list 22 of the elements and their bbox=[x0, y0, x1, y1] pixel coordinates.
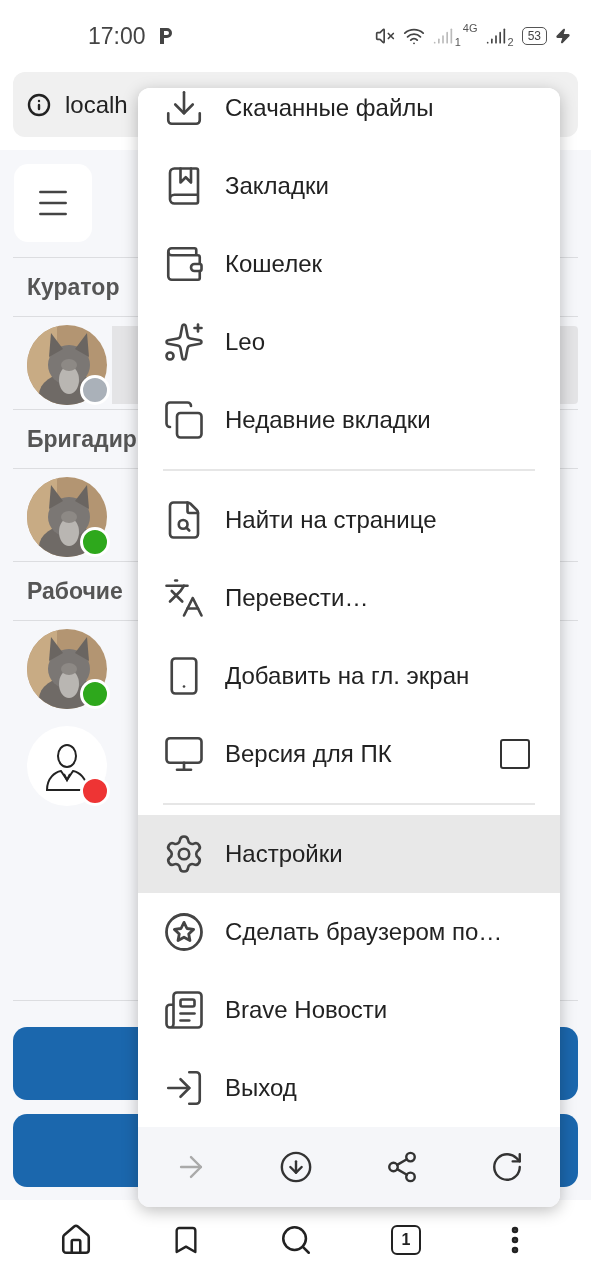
section-title: Рабочие bbox=[27, 577, 123, 605]
network-label: 4G bbox=[462, 22, 478, 34]
menu-item-label: Перевести… bbox=[225, 584, 370, 612]
url-text: localh bbox=[65, 90, 128, 119]
section-title: Куратор bbox=[27, 273, 120, 301]
menu-item-label: Закладки bbox=[225, 172, 330, 200]
menu-item-label: Leo bbox=[225, 328, 267, 356]
menu-item-label: Сделать браузером по… bbox=[225, 918, 504, 946]
menu-item-label: Кошелек bbox=[225, 250, 323, 278]
menu-item-label: Настройки bbox=[225, 840, 344, 868]
menu-item-label: Найти на странице bbox=[225, 506, 438, 534]
menu-item-label: Brave Новости bbox=[225, 996, 389, 1024]
section-title: Бригадир bbox=[27, 425, 137, 453]
menu-item-label: Скачанные файлы bbox=[225, 94, 435, 122]
menu-item-label: Добавить на гл. экран bbox=[225, 662, 471, 690]
menu-item-label: Недавние вкладки bbox=[225, 406, 432, 434]
battery-level: 53 bbox=[521, 27, 547, 45]
clock: 17:00 bbox=[88, 22, 146, 50]
sim-label: 2 bbox=[507, 36, 514, 48]
sim-label: 1 bbox=[454, 36, 461, 48]
menu-item-label: Выход bbox=[225, 1074, 298, 1102]
menu-item-label: Версия для ПК bbox=[225, 740, 393, 768]
